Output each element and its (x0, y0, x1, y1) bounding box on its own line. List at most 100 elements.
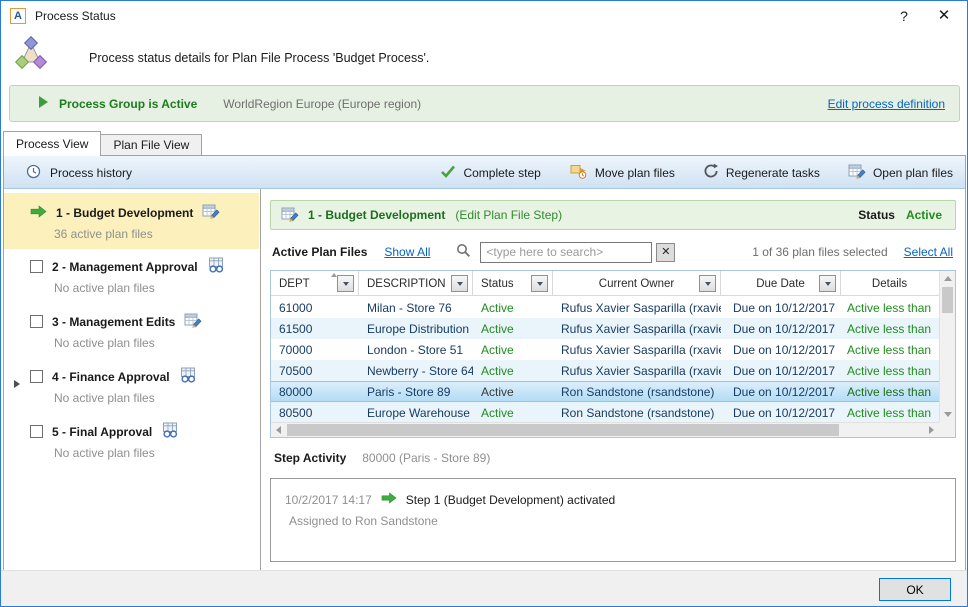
step-header-subtitle: (Edit Plan File Step) (455, 208, 562, 222)
cell-details: Active less than (841, 364, 938, 378)
cell-status: Active (473, 301, 553, 315)
step-checkbox[interactable] (30, 370, 43, 383)
current-step-arrow-icon (30, 205, 47, 221)
edit-grid-icon (184, 312, 202, 331)
plan-files-filter-bar: Active Plan Files Show All ✕ 1 of 36 pla… (270, 238, 956, 266)
column-label: Current Owner (599, 278, 674, 290)
select-all-link[interactable]: Select All (904, 245, 953, 259)
step-checkbox[interactable] (30, 425, 43, 438)
tab-plan-file-view[interactable]: Plan File View (100, 134, 202, 156)
column-header-description[interactable]: DESCRIPTION (359, 271, 473, 296)
table-row-selected[interactable]: 80000 Paris - Store 89 Active Ron Sandst… (271, 381, 939, 402)
regenerate-tasks-button[interactable]: Regenerate tasks (703, 163, 820, 182)
table-row[interactable]: 61000 Milan - Store 76 Active Rufus Xavi… (271, 297, 939, 318)
column-label: Status (473, 278, 514, 290)
step-checkbox[interactable] (30, 260, 43, 273)
step-detail-pane: 1 - Budget Development (Edit Plan File S… (262, 189, 965, 570)
cell-description: Paris - Store 89 (359, 385, 473, 399)
expander-icon[interactable] (14, 380, 20, 388)
edit-process-definition-link[interactable]: Edit process definition (828, 97, 945, 111)
process-history-label: Process history (50, 166, 132, 180)
filter-dropdown-button[interactable] (531, 275, 548, 292)
window-title: Process Status (35, 1, 116, 31)
step-item-5[interactable]: 5 - Final Approval No active plan files (4, 422, 259, 472)
cell-description: Europe Distribution (359, 322, 473, 336)
selection-info: 1 of 36 plan files selected (752, 245, 887, 259)
column-header-status[interactable]: Status (473, 271, 553, 296)
clear-search-button[interactable]: ✕ (656, 243, 675, 262)
cell-details: Active less than (841, 322, 938, 336)
filter-dropdown-button[interactable] (699, 275, 716, 292)
refresh-icon (703, 163, 719, 182)
table-row[interactable]: 61500 Europe Distribution Active Rufus X… (271, 318, 939, 339)
open-plan-files-button[interactable]: Open plan files (848, 163, 953, 182)
step-item-3[interactable]: 3 - Management Edits No active plan file… (4, 312, 259, 362)
cell-owner: Rufus Xavier Sasparilla (rxavier) (553, 364, 721, 378)
scroll-down-icon[interactable] (940, 407, 956, 422)
process-view-panel: Process history Complete step (3, 155, 966, 571)
process-status-dialog: A Process Status ? ✕ Process status deta… (0, 0, 968, 607)
step-checkbox[interactable] (30, 315, 43, 328)
cell-description: Newberry - Store 64 (359, 364, 473, 378)
cell-status: Active (473, 343, 553, 357)
process-steps-list: 1 - Budget Development 36 active plan fi… (4, 189, 261, 570)
step-item-1[interactable]: 1 - Budget Development 36 active plan fi… (4, 193, 259, 249)
filter-dropdown-button[interactable] (451, 275, 468, 292)
status-label: Status (858, 208, 895, 222)
column-header-due-date[interactable]: Due Date (721, 271, 841, 296)
column-label: DEPT (271, 278, 310, 290)
cell-description: Milan - Store 76 (359, 301, 473, 315)
review-glasses-icon (179, 367, 197, 386)
column-label: Due Date (756, 278, 805, 290)
move-plan-files-icon (569, 163, 588, 182)
cell-status: Active (473, 364, 553, 378)
cell-due-date: Due on 10/12/2017 (721, 385, 841, 399)
title-bar: A Process Status ? ✕ (1, 1, 967, 31)
move-plan-files-label: Move plan files (595, 166, 675, 180)
column-header-dept[interactable]: DEPT (271, 271, 359, 296)
column-header-current-owner[interactable]: Current Owner (553, 271, 721, 296)
column-header-details[interactable]: Details (841, 271, 938, 296)
cell-dept: 80500 (271, 406, 359, 420)
cell-owner: Ron Sandstone (rsandstone) (553, 406, 721, 420)
horizontal-scrollbar[interactable] (271, 422, 939, 437)
move-plan-files-button[interactable]: Move plan files (569, 163, 675, 182)
table-row[interactable]: 70000 London - Store 51 Active Rufus Xav… (271, 339, 939, 360)
step-item-4[interactable]: 4 - Finance Approval No active plan file… (4, 367, 259, 417)
ok-button[interactable]: OK (879, 578, 951, 601)
filter-dropdown-button[interactable] (819, 275, 836, 292)
search-input[interactable] (480, 242, 652, 263)
horizontal-scroll-thumb[interactable] (287, 424, 839, 436)
close-button[interactable]: ✕ (929, 1, 959, 31)
show-all-link[interactable]: Show All (384, 245, 430, 259)
chevron-down-icon (457, 282, 463, 286)
chevron-down-icon (825, 282, 831, 286)
play-icon (38, 95, 49, 112)
cell-due-date: Due on 10/12/2017 (721, 301, 841, 315)
chevron-down-icon (705, 282, 711, 286)
help-button[interactable]: ? (889, 1, 919, 31)
scroll-up-icon[interactable] (940, 271, 956, 286)
step-item-2[interactable]: 2 - Management Approval No active plan f… (4, 257, 259, 307)
complete-step-button[interactable]: Complete step (440, 165, 540, 181)
step-activity-header: Step Activity 80000 (Paris - Store 89) (270, 451, 956, 465)
vertical-scroll-thumb[interactable] (942, 287, 953, 313)
step-label: 4 - Finance Approval (52, 370, 170, 384)
edit-grid-icon (281, 206, 299, 225)
search-icon (456, 243, 471, 261)
table-header: DEPT DESCRIPTION Status Current Owner (271, 271, 939, 296)
scroll-left-icon[interactable] (271, 423, 286, 437)
table-row[interactable]: 70500 Newberry - Store 64 Active Rufus X… (271, 360, 939, 381)
tab-process-view[interactable]: Process View (3, 131, 101, 156)
open-plan-files-label: Open plan files (873, 166, 953, 180)
review-glasses-icon (161, 422, 179, 441)
cell-due-date: Due on 10/12/2017 (721, 343, 841, 357)
filter-dropdown-button[interactable] (337, 275, 354, 292)
edit-grid-icon (848, 163, 866, 182)
process-icon (14, 36, 48, 73)
vertical-scrollbar[interactable] (939, 271, 955, 422)
cell-due-date: Due on 10/12/2017 (721, 364, 841, 378)
scroll-right-icon[interactable] (924, 423, 939, 437)
cell-owner: Ron Sandstone (rsandstone) (553, 385, 721, 399)
table-row[interactable]: 80500 Europe Warehouse Active Ron Sandst… (271, 402, 939, 423)
